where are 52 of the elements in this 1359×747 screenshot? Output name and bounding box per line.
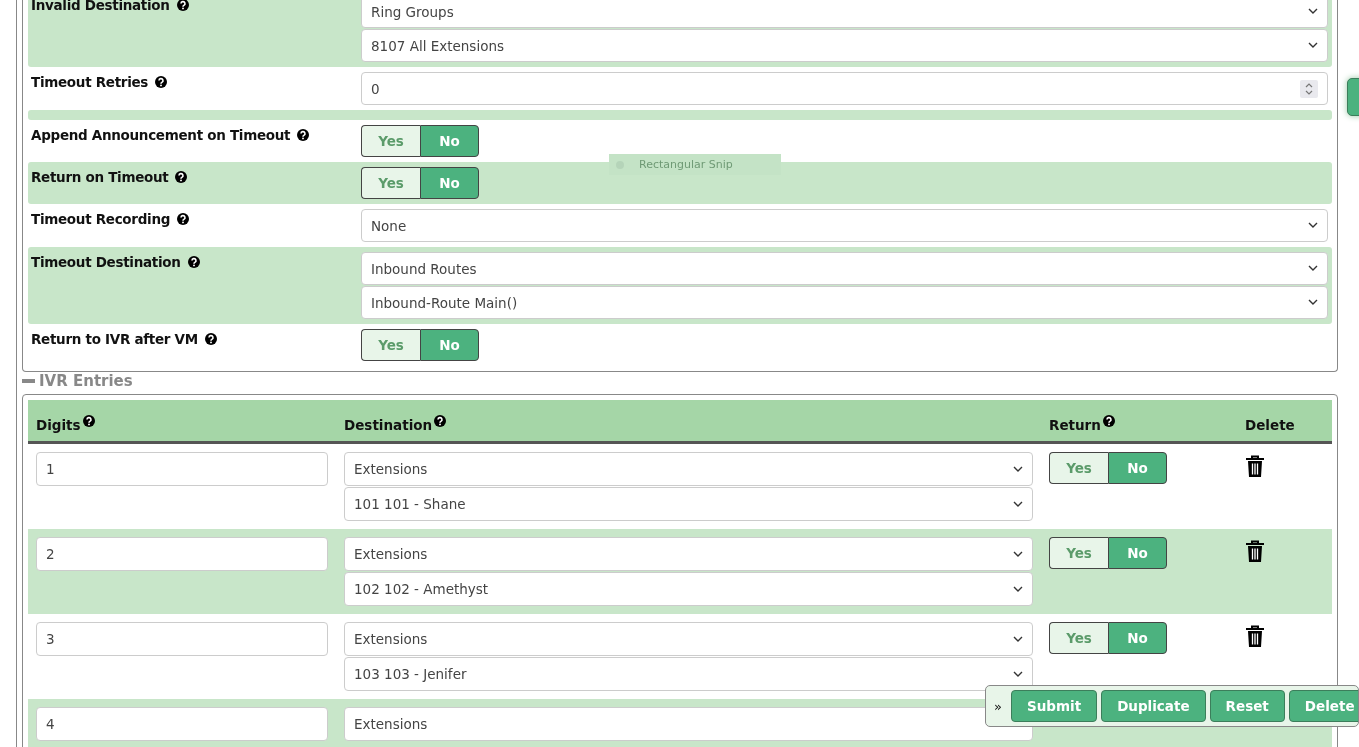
- field-label: Timeout Retries: [31, 74, 149, 90]
- column-header: Delete: [1245, 416, 1295, 433]
- select-field[interactable]: Extensions: [344, 452, 1033, 486]
- trash-icon[interactable]: [1245, 455, 1265, 478]
- select-field[interactable]: 102 102 - Amethyst: [344, 572, 1033, 606]
- column-header: Return: [1049, 416, 1101, 433]
- chevron-down-icon: [1013, 670, 1023, 678]
- select-field[interactable]: Inbound Routes: [361, 252, 1328, 285]
- number-field[interactable]: 0: [361, 72, 1328, 105]
- field-label: Return to IVR after VM: [31, 331, 198, 347]
- column-header: Destination: [344, 416, 433, 433]
- help-icon: [177, 213, 190, 225]
- help-icon: [297, 129, 310, 141]
- select-field[interactable]: Inbound-Route Main(): [361, 286, 1328, 319]
- collapse-icon: [22, 379, 35, 383]
- select-field[interactable]: Extensions: [344, 537, 1033, 571]
- chevron-down-icon: [1308, 222, 1318, 229]
- field-label: Timeout Recording: [31, 211, 171, 227]
- select-field[interactable]: 103 103 - Jenifer: [344, 657, 1033, 691]
- digits-field[interactable]: 2: [36, 537, 328, 571]
- trash-icon[interactable]: [1245, 540, 1265, 563]
- digits-field[interactable]: 3: [36, 622, 328, 656]
- spinner-icon: [1300, 79, 1318, 98]
- chevron-down-icon: [1013, 500, 1023, 508]
- select-field[interactable]: 8107 All Extensions: [361, 29, 1328, 62]
- digits-field[interactable]: 4: [36, 707, 328, 741]
- chevron-down-icon: [1013, 635, 1023, 643]
- help-icon: [175, 171, 188, 183]
- help-icon: [204, 333, 217, 345]
- field-label: Invalid Destination: [31, 0, 170, 13]
- chevron-down-icon: [1308, 42, 1318, 49]
- field-label: Return on Timeout: [31, 169, 169, 185]
- select-field[interactable]: Extensions: [344, 622, 1033, 656]
- tooltip-text: Rectangular Snip: [639, 158, 733, 171]
- chevron-down-icon: [1013, 585, 1023, 593]
- select-field[interactable]: None: [361, 209, 1328, 242]
- select-field[interactable]: Ring Groups: [361, 0, 1328, 28]
- help-icon: [155, 76, 168, 88]
- field-label: Append Announcement on Timeout: [31, 127, 291, 143]
- chevron-down-icon: [1308, 299, 1318, 306]
- chevron-down-icon: [1308, 8, 1318, 15]
- chevron-down-icon: [1013, 465, 1023, 473]
- field-label: Timeout Destination: [31, 254, 181, 270]
- help-icon: [187, 256, 200, 268]
- select-field[interactable]: 101 101 - Shane: [344, 487, 1033, 521]
- help-icon: [176, 0, 189, 11]
- section-title[interactable]: IVR Entries: [39, 372, 133, 390]
- column-header: Digits: [36, 416, 81, 433]
- trash-icon[interactable]: [1245, 625, 1265, 648]
- chevron-down-icon: [1013, 550, 1023, 558]
- digits-field[interactable]: 1: [36, 452, 328, 486]
- chevron-down-icon: [1308, 265, 1318, 272]
